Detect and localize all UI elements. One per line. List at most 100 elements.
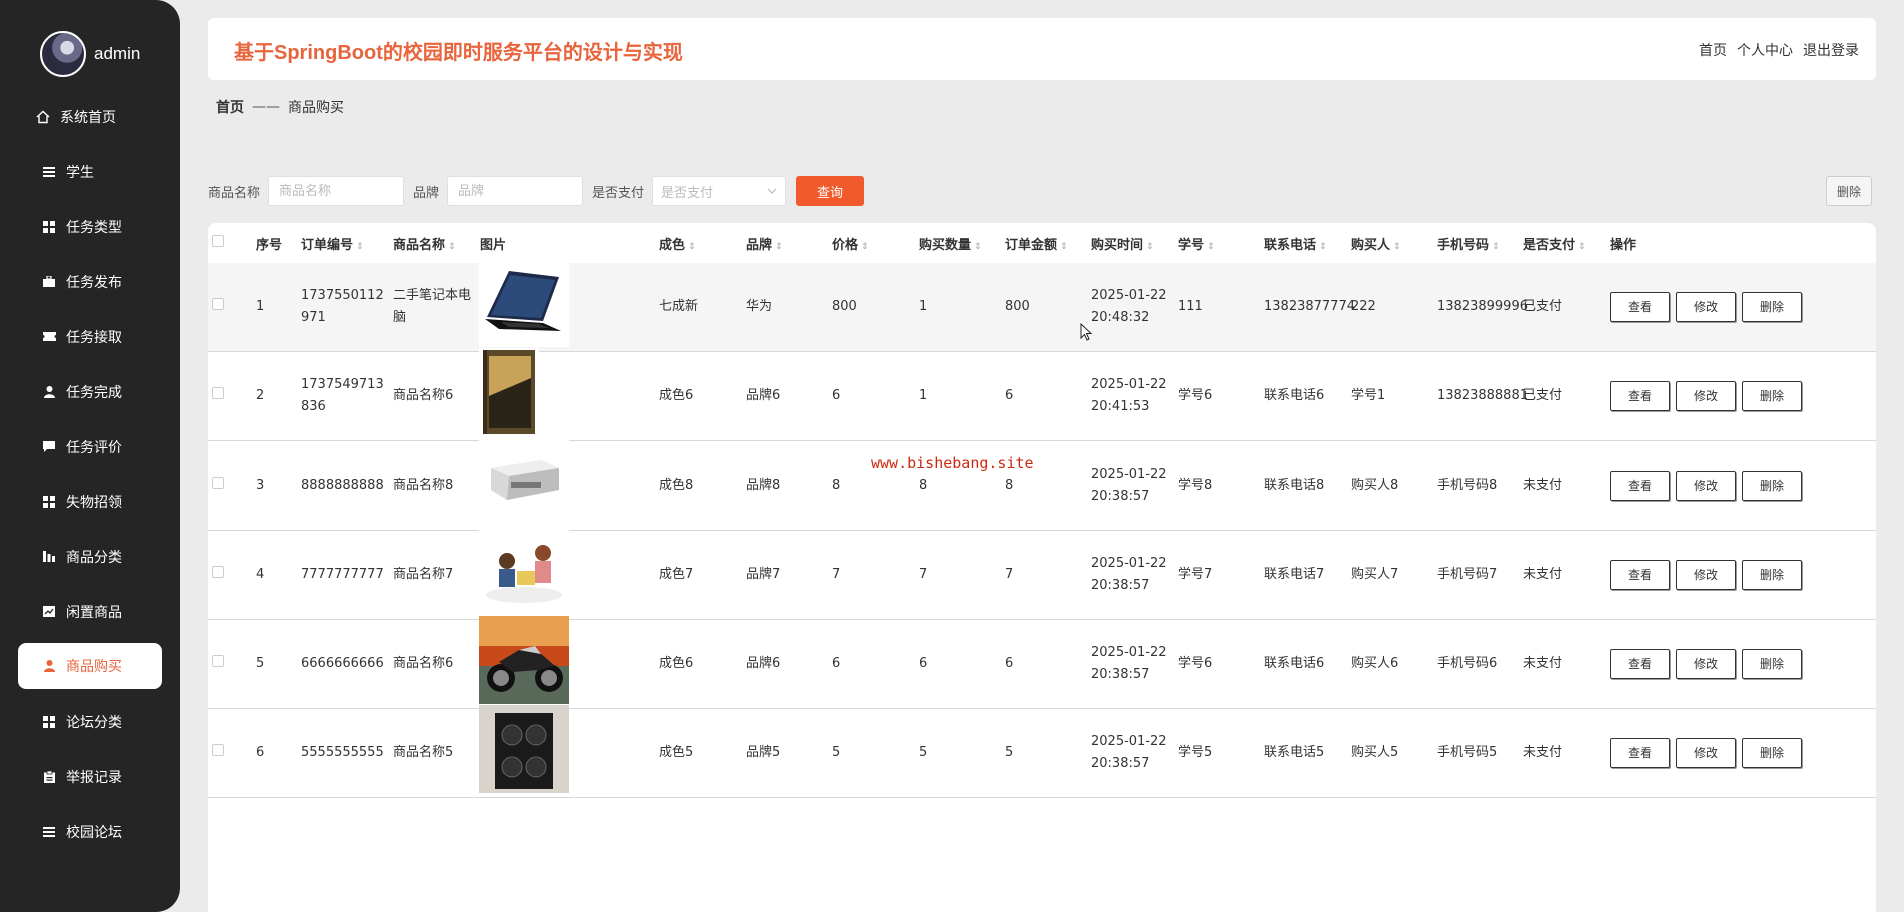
sidebar-item-task-complete[interactable]: 任务完成 [0,364,180,419]
sort-icon: ⇕ [1060,241,1068,252]
table-row: 6 5555555555 商品名称5 成色5 品牌5 5 5 5 2025-01-22 20:3… [208,705,1876,798]
product-image[interactable] [479,616,569,712]
header: 基于SpringBoot的校园即时服务平台的设计与实现 首页 个人中心 退出登录 [208,18,1876,80]
order-amount: 6 [1005,388,1014,403]
product-image[interactable] [479,348,539,444]
goods-name-input[interactable] [268,176,405,206]
edit-button[interactable]: 修改 [1676,560,1736,590]
nav-profile-link[interactable]: 个人中心 [1737,40,1793,60]
sort-icon: ⇕ [688,241,696,252]
edit-button[interactable]: 修改 [1676,381,1736,411]
col-mobile[interactable]: 手机号码 ⇕ [1437,234,1500,253]
sidebar-item-goods-category[interactable]: 商品分类 [0,529,180,584]
brand-label: 品牌 [413,185,440,201]
brand-input[interactable] [447,176,584,206]
row-checkbox[interactable] [212,385,224,407]
row-checkbox[interactable] [212,742,224,764]
sidebar-item-idle-goods[interactable]: 闲置商品 [0,584,180,639]
goods-name: 商品名称8 [393,478,454,493]
sidebar-item-task-accept[interactable]: 任务接取 [0,309,180,364]
col-order-no[interactable]: 订单编号 ⇕ [301,234,364,253]
row-checkbox[interactable] [212,296,224,318]
paid-select[interactable]: 是否支付 [652,176,787,206]
delete-button[interactable]: 删除 [1742,292,1802,322]
purchase-time: 2025-01-22 20:41:53 [1091,377,1167,414]
sidebar-item-label: 论坛分类 [66,714,122,731]
purchase-time: 2025-01-22 20:48:32 [1091,288,1167,325]
view-button[interactable]: 查看 [1610,471,1670,501]
col-student-id[interactable]: 学号 ⇕ [1178,234,1215,253]
col-purchase-time[interactable]: 购买时间 ⇕ [1091,234,1154,253]
home-icon [36,110,50,124]
sidebar-item-students[interactable]: 学生 [0,144,180,199]
sort-icon: ⇕ [1578,241,1586,252]
edit-button[interactable]: 修改 [1676,649,1736,679]
sidebar-item-campus-forum[interactable]: 校园论坛 [0,804,180,859]
row-checkbox[interactable] [212,653,224,675]
view-button[interactable]: 查看 [1610,649,1670,679]
delete-button[interactable]: 删除 [1742,560,1802,590]
contact-phone: 联系电话6 [1264,388,1325,403]
sidebar-item-goods-purchase[interactable]: 商品购买 [18,643,162,689]
col-contact-phone[interactable]: 联系电话 ⇕ [1264,234,1327,253]
sidebar-item-task-review[interactable]: 任务评价 [0,419,180,474]
sidebar-item-forum-category[interactable]: 论坛分类 [0,694,180,749]
product-image[interactable] [479,438,569,534]
col-quantity[interactable]: 购买数量 ⇕ [919,234,982,253]
edit-button[interactable]: 修改 [1676,471,1736,501]
col-buyer[interactable]: 购买人 ⇕ [1351,234,1401,253]
col-brand[interactable]: 品牌 ⇕ [746,234,783,253]
delete-button[interactable]: 删除 [1742,381,1802,411]
nav-home-link[interactable]: 首页 [1699,40,1727,60]
row-checkbox[interactable] [212,475,224,497]
contact-phone: 13823877774 [1264,299,1355,314]
purchase-time: 2025-01-22 20:38:57 [1091,467,1167,504]
row-checkbox[interactable] [212,564,224,586]
edit-button[interactable]: 修改 [1676,738,1736,768]
sidebar-item-home[interactable]: 系统首页 [0,90,180,144]
row-actions: 查看 修改 删除 [1610,292,1802,322]
col-goods-name[interactable]: 商品名称 ⇕ [393,234,456,253]
delete-button[interactable]: 删除 [1742,738,1802,768]
view-button[interactable]: 查看 [1610,560,1670,590]
sidebar-item-label: 系统首页 [60,110,116,126]
breadcrumb-home[interactable]: 首页 [216,97,244,117]
select-all-checkbox[interactable] [212,235,224,251]
col-price[interactable]: 价格 ⇕ [832,234,869,253]
buyer: 学号1 [1351,388,1386,403]
row-index: 6 [256,745,265,760]
order-amount: 5 [1005,745,1014,760]
paid-status: 未支付 [1523,567,1563,582]
price: 7 [832,567,841,582]
product-image[interactable] [479,527,569,623]
condition: 成色7 [659,567,694,582]
delete-button[interactable]: 删除 [1742,649,1802,679]
batch-delete-button[interactable]: 删除 [1826,176,1872,206]
sidebar-item-lost-found[interactable]: 失物招领 [0,474,180,529]
sort-icon: ⇕ [448,241,456,252]
view-button[interactable]: 查看 [1610,381,1670,411]
delete-button[interactable]: 删除 [1742,471,1802,501]
row-actions: 查看 修改 删除 [1610,381,1802,411]
product-image[interactable] [479,259,569,355]
view-button[interactable]: 查看 [1610,738,1670,768]
sidebar-item-task-type[interactable]: 任务类型 [0,199,180,254]
view-button[interactable]: 查看 [1610,292,1670,322]
nav-logout-link[interactable]: 退出登录 [1803,40,1859,60]
buyer: 购买人8 [1351,478,1399,493]
goods-name: 二手笔记本电脑 [393,288,472,325]
search-button[interactable]: 查询 [796,176,865,206]
contact-phone: 联系电话5 [1264,745,1325,760]
paid-status: 已支付 [1523,388,1563,403]
order-number: 7777777777 [301,567,384,582]
col-amount[interactable]: 订单金额 ⇕ [1005,234,1068,253]
col-condition[interactable]: 成色 ⇕ [659,234,696,253]
sort-icon: ⇕ [356,241,364,252]
user-profile[interactable]: admin [40,31,140,77]
sidebar-item-task-publish[interactable]: 任务发布 [0,254,180,309]
sidebar-item-report-records[interactable]: 举报记录 [0,749,180,804]
product-image[interactable] [479,705,569,801]
col-paid[interactable]: 是否支付 ⇕ [1523,234,1586,253]
chevron-down-icon [767,186,777,197]
edit-button[interactable]: 修改 [1676,292,1736,322]
